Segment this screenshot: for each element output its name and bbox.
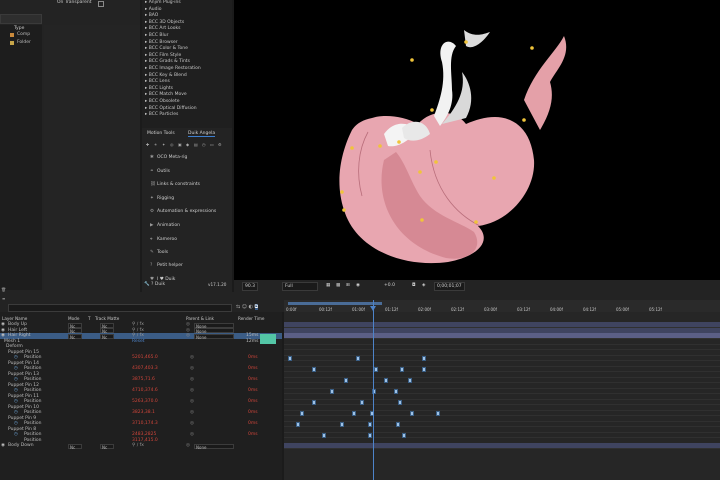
parent-select[interactable]: None [194, 443, 234, 450]
duik-item-icon: ✎ [150, 249, 154, 255]
duik-footer: 🔧 ? Duik [144, 282, 165, 287]
link-icon[interactable]: ⚭ [154, 143, 158, 147]
duik-item-label: Tools [157, 249, 169, 255]
tab-duik-angela[interactable]: Duik Angela [188, 131, 216, 137]
duik-item-label: I ♥ Duik [157, 276, 176, 282]
layer-row[interactable]: ◉ Body Down Nc Nc ⚲ ∕ fx ◎ None [0, 443, 282, 450]
duik-version: v17.1.20 [208, 282, 227, 287]
label-color-swatch [10, 32, 14, 37]
duik-item-icon: ▶ [150, 222, 154, 228]
graph-editor-icon[interactable]: ⧉ [254, 304, 259, 310]
tab-motion-tools[interactable]: Motion Tools [147, 131, 175, 136]
duik-item-icon: ⚭ [150, 168, 154, 174]
duik-menu-item[interactable]: ▶ Animation [150, 223, 180, 228]
artwork-tail [524, 36, 567, 130]
col-parent-link[interactable]: Parent & Link [186, 316, 214, 321]
duik-item-label: Automation & expressions [157, 209, 217, 214]
duik-menu-item[interactable]: ✦ Rigging [150, 196, 174, 201]
project-item-comp[interactable]: Comp [3, 31, 43, 38]
parent-pickwhip-icon[interactable]: ◎ [186, 443, 190, 449]
region-icon[interactable]: ▦ [326, 282, 330, 289]
duik-menu-item[interactable]: ⚙ Automation & expressions [150, 209, 216, 214]
duik-item-label: OCO Meta-rig [157, 155, 188, 160]
effect-category[interactable]: ▸ BCC Particles [145, 112, 178, 119]
transparency-icon[interactable]: ▩ [336, 282, 340, 289]
align-icon[interactable]: ▤ [194, 143, 198, 147]
layer-name: Body Down [8, 443, 34, 448]
keyframe-icon[interactable]: ◆ [186, 143, 190, 147]
bone-icon[interactable]: ✦ [162, 143, 166, 147]
duik-item-icon: ✦ [150, 195, 154, 201]
shy-icon[interactable]: ☺ [242, 304, 249, 310]
duik-item-icon: ✱ [150, 155, 154, 160]
playhead-line[interactable] [373, 300, 374, 480]
composition-viewer[interactable] [234, 0, 720, 280]
mode-select[interactable]: Nc [68, 443, 82, 450]
visibility-icon[interactable]: ◉ [1, 443, 5, 449]
controller-icon[interactable]: ◎ [170, 143, 174, 147]
col-render-time[interactable]: Render Time [238, 316, 265, 321]
duik-menu-item[interactable]: ⚭ Outils [150, 169, 170, 174]
duik-toolbar: ✚ ⚭ ✦ ◎ ▣ ◆ ▤ ◷ ▭ ⚙ [146, 143, 230, 149]
duik-item-icon: ⌖ [150, 237, 153, 242]
project-item-folder[interactable]: Folder [3, 39, 43, 46]
duik-item-label: Petit helper [157, 263, 183, 268]
snapshot-icon[interactable]: ◘ [412, 282, 416, 289]
duik-item-icon: ⛓ [150, 182, 156, 187]
duik-item-label: Animation [157, 222, 180, 228]
timeline-switches: ⇆ ☺ ◐ ⧉ [236, 304, 259, 310]
timeline-menu-icon[interactable]: ≡ [2, 296, 5, 301]
wrench-icon[interactable]: 🔧 [144, 282, 150, 287]
camera-icon[interactable]: ▭ [210, 143, 214, 147]
layer-switches[interactable]: ⚲ ∕ fx [132, 443, 144, 449]
project-search-input[interactable] [0, 14, 42, 24]
on-transparent-label: On Transparent [57, 0, 92, 5]
pin-icon[interactable]: ✚ [146, 143, 150, 147]
col-track-matte[interactable]: Track Matte [95, 316, 119, 321]
show-snapshot-icon[interactable]: ◈ [422, 282, 425, 289]
work-area-bar[interactable] [288, 302, 382, 305]
duik-item-label: Outils [157, 168, 171, 174]
resolution-select[interactable]: Full [282, 282, 318, 291]
duik-item-label: Rigging [157, 195, 175, 201]
zoom-select[interactable]: 90.3 [242, 282, 259, 291]
duik-item-icon: ⚙ [150, 209, 155, 214]
col-mode[interactable]: Mode [68, 316, 79, 321]
duik-item-label: Links & constraints [157, 182, 200, 187]
duik-item-label: Kameroo [157, 237, 178, 242]
effects-categories: ▸ Anjim Plug-ins ▸ Audio ▸ BAO ▸ BCC 3D Obj… [142, 0, 232, 120]
duik-menu-item[interactable]: ⌖ Kameroo [150, 236, 177, 242]
duik-footer-name: Duik [154, 282, 166, 287]
duik-menu-item[interactable]: ? Petit helper [150, 263, 183, 268]
duik-item-icon: ? [150, 263, 153, 268]
duik-menu-item[interactable]: ✎ Tools [150, 250, 168, 255]
timecode-display[interactable]: 0;00;01;07 [434, 282, 465, 291]
track-matte-select[interactable]: Nc [100, 443, 114, 450]
artwork-ribbon-tip [464, 30, 490, 48]
duik-menu-item[interactable]: ✱ OCO Meta-rig [150, 155, 187, 160]
clock-icon[interactable]: ◷ [202, 143, 206, 147]
on-transparent-checkbox[interactable] [98, 1, 104, 7]
copy-icon[interactable]: ▣ [178, 143, 182, 147]
col-layer-name[interactable]: Layer Name [2, 316, 27, 321]
project-preview-area [44, 25, 140, 290]
track-row[interactable] [284, 443, 720, 449]
duik-item-icon: ♥ [150, 276, 155, 282]
channel-icon[interactable]: ◉ [356, 282, 360, 289]
exposure-value[interactable]: +0.0 [384, 282, 395, 289]
motion-blur-icon[interactable]: ◐ [249, 304, 255, 310]
duik-menu-item[interactable]: ⛓Links & constraints [150, 182, 200, 187]
duik-menu-item[interactable]: ♥ I ♥ Duik [150, 277, 175, 282]
layer-search-input[interactable] [8, 304, 232, 312]
grid-icon[interactable]: ⊞ [346, 282, 350, 289]
col-t[interactable]: T [88, 316, 91, 321]
settings-icon[interactable]: ⚙ [218, 143, 222, 147]
folder-icon [10, 40, 14, 45]
character-artwork [339, 30, 567, 264]
